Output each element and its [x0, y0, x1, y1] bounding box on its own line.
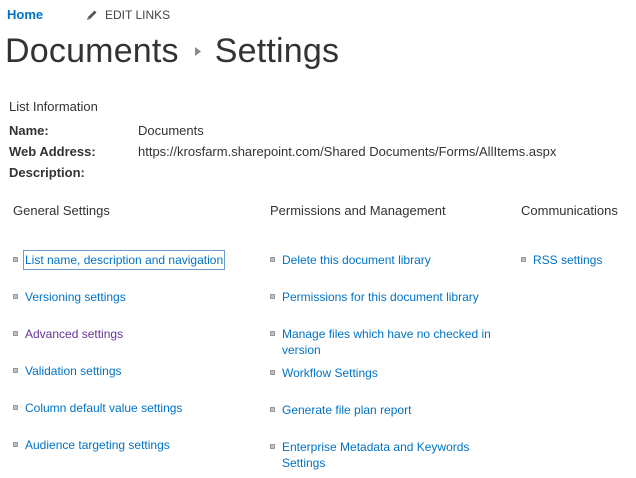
web-address-label: Web Address: [9, 144, 96, 159]
link-manage-files-no-checked-in-version[interactable]: Manage files which have no checked in ve… [270, 326, 500, 360]
bullet-icon [13, 442, 18, 447]
bullet-icon [270, 294, 275, 299]
bullet-icon [521, 257, 526, 262]
bullet-icon [13, 294, 18, 299]
link-enterprise-metadata-keywords-settings[interactable]: Enterprise Metadata and Keywords Setting… [270, 439, 500, 473]
general-settings-heading: General Settings [13, 203, 110, 218]
bullet-icon [270, 444, 275, 449]
breadcrumb-arrow-icon [194, 46, 201, 56]
communications-heading: Communications [521, 203, 618, 218]
bullet-icon [270, 407, 275, 412]
edit-links-label: EDIT LINKS [105, 8, 171, 22]
pencil-icon [87, 10, 97, 20]
bullet-icon [13, 331, 18, 336]
page-title: Documents Settings [5, 28, 339, 74]
settings-page: Home EDIT LINKS Documents Settings List … [0, 0, 636, 478]
web-address-value: https://krosfarm.sharepoint.com/Shared D… [138, 144, 557, 159]
name-label: Name: [9, 123, 49, 138]
breadcrumb-documents[interactable]: Documents [5, 32, 179, 71]
bullet-icon [13, 368, 18, 373]
bullet-icon [13, 405, 18, 410]
bullet-icon [270, 370, 275, 375]
bullet-icon [13, 257, 18, 262]
permissions-management-heading: Permissions and Management [270, 203, 446, 218]
bullet-icon [270, 331, 275, 336]
bullet-icon [270, 257, 275, 262]
list-information-heading: List Information [9, 99, 98, 114]
edit-links-button[interactable]: EDIT LINKS [86, 8, 170, 22]
name-value: Documents [138, 123, 204, 138]
home-link[interactable]: Home [7, 7, 43, 22]
breadcrumb-settings: Settings [214, 31, 340, 70]
description-label: Description: [9, 165, 85, 180]
